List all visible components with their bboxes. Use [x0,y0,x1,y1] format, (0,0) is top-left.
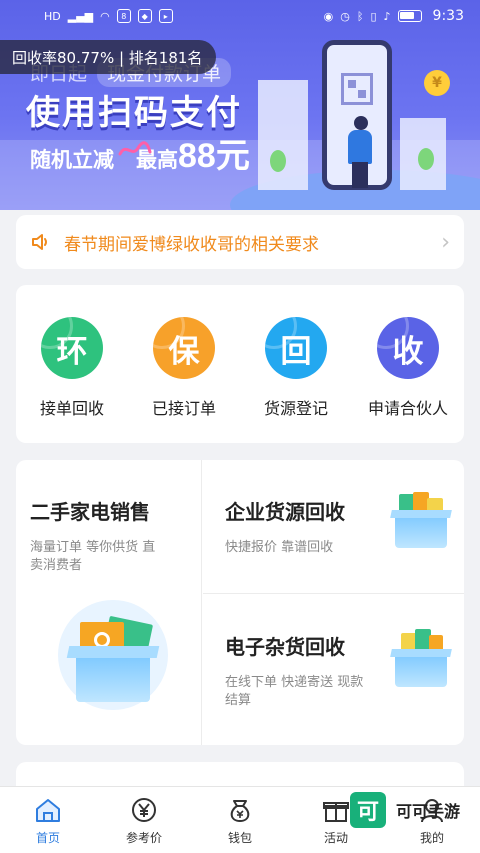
quick-action-source-register[interactable]: 回 货源登记 [246,317,346,419]
wallet-icon [230,800,250,823]
tab-reference-price[interactable]: 参考价 [104,795,184,846]
notice-bar[interactable]: 春节期间爱博绿收收哥的相关要求 › [16,215,464,269]
service-cards: 二手家电销售 海量订单 等你供货 直卖消费者 企业货源回收 快捷报价 靠谱回收 … [16,460,464,745]
qr-code-icon [341,73,373,105]
banner-offer-right: 最高88元 [136,128,250,177]
quick-action-accept-orders[interactable]: 环 接单回收 [22,317,122,419]
quick-action-label: 申请合伙人 [367,399,448,418]
appliance-box-illustration [58,600,168,710]
send-icon: ▸ [158,9,173,23]
mute-icon: ♪ [383,9,391,23]
watermark: 可 可可手游 [350,792,460,828]
tab-label: 首页 [35,831,60,845]
card-title: 二手家电销售 [30,500,150,524]
bluetooth-icon: ᛒ [356,9,364,23]
status-bar-right: ◉ ◷ ᛒ ▯ ♪ 9:33 [324,8,464,24]
guarantee-icon: 保 [153,317,215,379]
eye-icon: ◉ [323,9,334,23]
gift-icon [323,802,349,822]
recycle-icon: 环 [41,317,103,379]
watermark-text: 可可手游 [396,802,461,821]
tab-wallet[interactable]: 钱包 [200,795,280,846]
app-notification-icon: 8 [116,9,131,23]
hd-icon: HD [44,9,61,23]
quick-action-apply-partner[interactable]: 收 申请合伙人 [358,317,458,419]
banner-title: 使用扫码支付 [26,93,242,133]
rank-badge: 回收率80.77% | 排名181名 [0,40,217,74]
quick-action-label: 货源登记 [263,399,328,418]
person-illustration [352,162,368,188]
tab-label: 钱包 [227,831,252,845]
battery-icon [397,10,422,22]
tree-illustration [270,150,286,172]
banner-offer-amount: 88元 [178,137,250,175]
speaker-icon [32,234,47,250]
quick-action-label: 已接订单 [151,399,216,418]
tab-label: 活动 [323,831,348,845]
status-bar-left: HD ▂▄▆ ◠ 8 ◆ ▸ [44,9,173,23]
card-enterprise-recycling[interactable]: 企业货源回收 快捷报价 靠谱回收 [203,460,464,594]
squiggle-decoration [118,141,152,156]
tree-illustration [418,148,434,170]
electronics-box-illustration [389,627,453,693]
clock: 9:33 [432,8,464,24]
signal-icon: ▂▄▆ [67,9,94,23]
collect-icon: 收 [377,317,439,379]
yuan-coin-icon: ¥ [424,70,450,96]
yuan-icon [132,798,156,822]
banner-offer-left: 随机立减 [30,148,114,172]
return-icon: 回 [265,317,327,379]
card-description: 在线下单 快递寄送 现款结算 [225,675,364,708]
home-icon [36,799,60,822]
card-electronics-recycling[interactable]: 电子杂货回收 在线下单 快递寄送 现款结算 [203,595,464,745]
watermark-logo: 可 [350,792,386,828]
tab-label: 我的 [419,831,444,845]
quick-action-label: 接单回收 [39,399,104,418]
tab-label: 参考价 [125,831,162,845]
vibrate-icon: ▯ [370,9,377,23]
status-bar: HD ▂▄▆ ◠ 8 ◆ ▸ ◉ ◷ ᛒ ▯ ♪ 9:33 [0,0,480,32]
person-illustration [348,130,372,164]
enterprise-box-illustration [389,490,453,556]
quick-action-accepted-orders[interactable]: 保 已接订单 [134,317,234,419]
card-appliance-sales[interactable]: 二手家电销售 海量订单 等你供货 直卖消费者 [16,460,202,745]
quick-actions: 环 接单回收 保 已接订单 回 货源登记 收 申请合伙人 [16,285,464,443]
notice-text: 春节期间爱博绿收收哥的相关要求 [64,234,319,255]
chevron-right-icon: › [441,229,450,255]
shield-icon: ◆ [137,9,152,23]
person-illustration [354,116,368,130]
alarm-icon: ◷ [340,9,350,23]
wifi-icon: ◠ [100,9,110,23]
building-illustration [258,80,308,190]
tab-home[interactable]: 首页 [8,795,88,846]
card-description: 海量订单 等你供货 直卖消费者 [30,540,156,573]
